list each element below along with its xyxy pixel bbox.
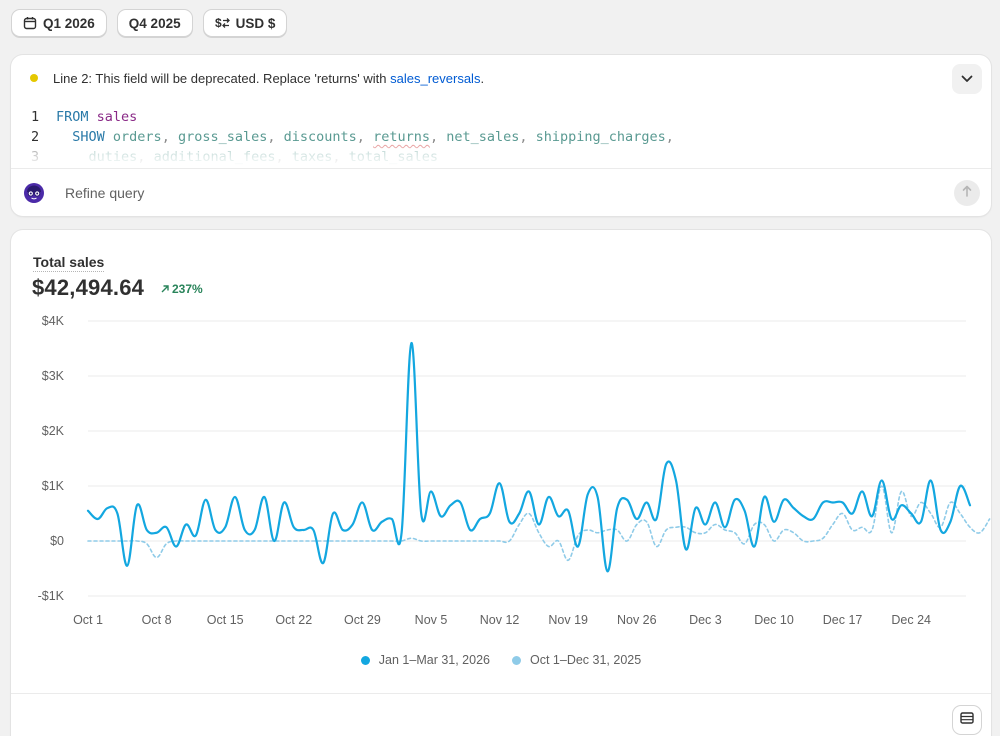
filter-bar: Q1 2026 Q4 2025 $ USD $	[11, 9, 288, 37]
y-tick-label: $4K	[42, 314, 65, 328]
x-tick-label: Dec 24	[891, 613, 931, 627]
code-token: ,	[161, 129, 178, 145]
series-line-comparison[interactable]	[87, 485, 991, 562]
code-token: gross_sales	[177, 129, 268, 145]
legend-label: Oct 1–Dec 31, 2025	[530, 653, 642, 667]
x-tick-label: Oct 22	[275, 613, 312, 627]
line-number: 1	[31, 109, 40, 125]
comparison-period-picker[interactable]: Q4 2025	[116, 9, 193, 37]
total-sales-card: Total sales $42,494.64 237% -$1K $0 $1K $2K…	[11, 230, 991, 736]
y-tick-label: $3K	[42, 369, 65, 383]
warning-text: Line 2: This field will be deprecated. R…	[53, 70, 391, 86]
y-tick-label: -$1K	[38, 589, 65, 603]
assistant-avatar-icon	[23, 182, 45, 204]
warning-suffix: .	[480, 70, 485, 86]
currency-exchange-icon: $	[215, 16, 230, 30]
legend-swatch	[512, 655, 521, 665]
collapse-button[interactable]	[952, 64, 982, 94]
code-token: ,	[429, 129, 447, 145]
legend-item[interactable]: Jan 1–Mar 31, 2026	[360, 653, 490, 667]
deprecation-warning: Line 2: This field will be deprecated. R…	[11, 55, 991, 101]
line-number: 2	[31, 129, 40, 145]
code-token: sales	[96, 109, 138, 125]
code-token: ,	[519, 129, 536, 145]
svg-text:$: $	[215, 16, 222, 30]
card-divider	[11, 693, 991, 694]
table-icon	[960, 711, 974, 729]
x-tick-label: Dec 3	[689, 613, 722, 627]
legend-swatch	[360, 655, 370, 665]
code-token: shipping_charges	[535, 129, 666, 145]
x-tick-label: Nov 12	[480, 613, 520, 627]
refine-query-bar	[11, 168, 991, 216]
x-tick-label: Oct 15	[207, 613, 244, 627]
legend-label: Jan 1–Mar 31, 2026	[378, 653, 490, 667]
legend-item[interactable]: Oct 1–Dec 31, 2025	[512, 653, 641, 667]
code-token: ,	[267, 129, 284, 145]
arrow-up-icon	[962, 184, 972, 202]
code-token: net_sales	[446, 129, 520, 145]
date-range-picker[interactable]: Q1 2026	[11, 9, 107, 37]
x-tick-label: Oct 8	[142, 613, 172, 627]
query-editor-card: Line 2: This field will be deprecated. R…	[11, 55, 991, 216]
code-keyword: SHOW	[72, 129, 105, 145]
code-token: ,	[356, 129, 374, 145]
warning-message: Line 2: This field will be deprecated. R…	[53, 71, 484, 86]
currency-picker[interactable]: $ USD $	[202, 9, 288, 37]
x-tick-label: Nov 5	[415, 613, 448, 627]
code-token: ,	[665, 129, 674, 145]
sales-line-chart[interactable]: -$1K $0 $1K $2K $3K $4K Oct 1 Oct 8 Oct 15 Oct 22…	[11, 230, 991, 640]
calendar-icon	[23, 16, 37, 30]
code-text: FROM sales	[56, 107, 137, 127]
refine-query-input[interactable]	[65, 184, 905, 201]
code-fade-overlay	[11, 145, 991, 167]
send-button[interactable]	[954, 180, 980, 206]
x-tick-label: Nov 26	[617, 613, 657, 627]
currency-label: USD $	[235, 15, 276, 31]
x-tick-label: Dec 17	[823, 613, 863, 627]
series-line-current[interactable]	[86, 341, 972, 573]
replacement-field-link[interactable]: sales_reversals	[390, 71, 480, 86]
y-tick-label: $1K	[42, 479, 65, 493]
x-tick-label: Oct 29	[344, 613, 381, 627]
code-text: SHOW orders, gross_sales, discounts, ret…	[56, 127, 674, 147]
x-tick-label: Dec 10	[754, 613, 794, 627]
code-token: discounts	[283, 129, 357, 145]
chart-legend: Jan 1–Mar 31, 2026 Oct 1–Dec 31, 2025	[11, 653, 991, 667]
warning-status-dot	[30, 74, 38, 82]
code-keyword: FROM	[56, 109, 89, 125]
chevron-down-icon	[961, 70, 973, 88]
table-view-button[interactable]	[953, 706, 981, 734]
code-token: orders	[112, 129, 162, 145]
x-tick-label: Nov 19	[548, 613, 588, 627]
code-token: returns	[373, 129, 430, 145]
x-tick-label: Oct 1	[73, 613, 103, 627]
y-tick-label: $2K	[42, 424, 65, 438]
comparison-period-label: Q4 2025	[128, 15, 181, 31]
y-tick-label: $0	[50, 534, 64, 548]
date-range-label: Q1 2026	[43, 15, 95, 31]
